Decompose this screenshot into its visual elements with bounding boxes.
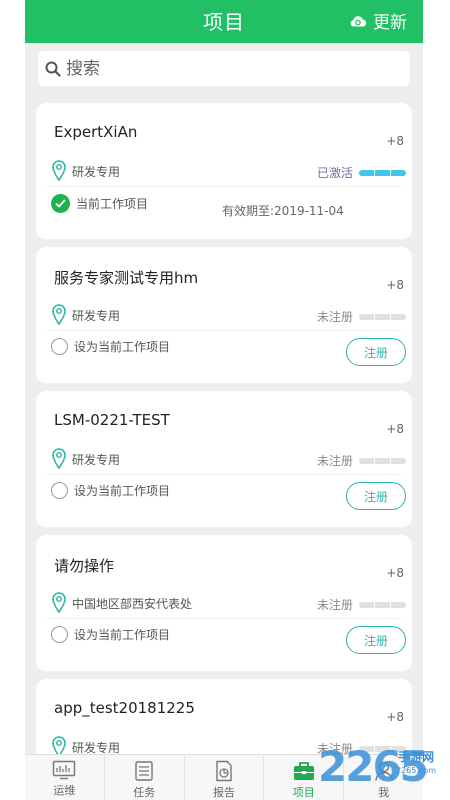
project-name: 服务专家测试专用hm (54, 269, 199, 287)
status-progress (359, 169, 406, 176)
tab-reports[interactable]: 报告 (185, 755, 265, 800)
tab-label: 任务 (133, 786, 156, 799)
work-label: 设为当前工作项目 (74, 628, 171, 642)
location-label: 研发专用 (72, 452, 121, 467)
cloud-sync-icon (349, 14, 367, 28)
app-screen: 项目 更新 ExpertXiAn +8 (25, 0, 423, 800)
refresh-label: 更新 (373, 13, 407, 33)
project-status: 未注册 (317, 452, 406, 469)
register-button[interactable]: 注册 (346, 338, 406, 366)
member-count: +8 (386, 134, 404, 148)
project-location: 研发专用 (52, 448, 120, 470)
watermark-url: 2265.com (396, 766, 436, 775)
project-location: 中国地区部西安代表处 (52, 592, 192, 614)
work-label: 设为当前工作项目 (74, 340, 171, 354)
refresh-button[interactable]: 更新 (349, 8, 407, 33)
location-label: 研发专用 (72, 164, 121, 179)
member-count: +8 (386, 566, 404, 580)
tab-ops[interactable]: 运维 (25, 755, 105, 800)
work-label: 设为当前工作项目 (74, 484, 171, 498)
set-current-project-radio[interactable]: 设为当前工作项目 (51, 626, 170, 643)
location-pin-icon (52, 160, 66, 182)
set-current-project-radio[interactable]: 设为当前工作项目 (51, 338, 170, 355)
status-label: 已激活 (316, 166, 353, 180)
divider (46, 618, 402, 619)
project-card[interactable]: 服务专家测试专用hm +8 研发专用 未注册 设为当前工作项目 注册 (36, 247, 412, 383)
divider (46, 186, 402, 187)
tab-label: 运维 (53, 784, 76, 797)
radio-circle-icon (51, 626, 68, 643)
search-icon (44, 60, 62, 78)
project-card[interactable]: ExpertXiAn +8 研发专用 已激活 当前工作项目 有效期至:2019-… (36, 103, 412, 239)
radio-circle-icon (51, 482, 68, 499)
status-progress (359, 313, 406, 320)
register-button[interactable]: 注册 (346, 626, 406, 654)
divider (46, 474, 402, 475)
search-input[interactable] (66, 58, 386, 79)
status-label: 未注册 (316, 598, 353, 612)
project-status: 未注册 (317, 308, 406, 325)
member-count: +8 (386, 710, 404, 724)
project-name: LSM-0221-TEST (54, 411, 170, 429)
project-location: 研发专用 (52, 304, 120, 326)
location-label: 中国地区部西安代表处 (72, 596, 193, 611)
project-status: 未注册 (317, 596, 406, 613)
set-current-project-radio[interactable]: 设为当前工作项目 (51, 482, 170, 499)
location-label: 研发专用 (72, 308, 121, 323)
report-icon (214, 760, 234, 782)
project-card[interactable]: 请勿操作 +8 中国地区部西安代表处 未注册 设为当前工作项目 注册 (36, 535, 412, 671)
tab-label: 报告 (212, 786, 235, 799)
work-label: 当前工作项目 (76, 197, 149, 211)
project-status: 已激活 (317, 164, 406, 181)
member-count: +8 (386, 278, 404, 292)
location-pin-icon (52, 304, 66, 326)
project-name: ExpertXiAn (54, 123, 138, 141)
project-card[interactable]: LSM-0221-TEST +8 研发专用 未注册 设为当前工作项目 注册 (36, 391, 412, 527)
divider (46, 330, 402, 331)
project-name: 请勿操作 (54, 557, 115, 575)
project-name: app_test20181225 (54, 699, 195, 717)
toolbox-icon (292, 760, 316, 782)
location-pin-icon (52, 448, 66, 470)
project-location: 研发专用 (52, 160, 120, 182)
expiry-date: 有效期至:2019-11-04 (222, 204, 344, 218)
register-button[interactable]: 注册 (346, 482, 406, 510)
location-pin-icon (52, 592, 66, 614)
check-circle-icon (51, 194, 70, 213)
clipboard-icon (134, 760, 154, 782)
header-bar: 项目 更新 (25, 0, 423, 43)
tab-tasks[interactable]: 任务 (105, 755, 185, 800)
status-progress (359, 601, 406, 608)
status-progress (359, 457, 406, 464)
status-label: 未注册 (316, 310, 353, 324)
status-label: 未注册 (316, 454, 353, 468)
search-bar[interactable] (38, 51, 410, 86)
monitor-icon (52, 760, 76, 780)
watermark-site-name: 手游网 (398, 750, 435, 764)
member-count: +8 (386, 422, 404, 436)
tab-label: 项目 (292, 786, 315, 799)
location-label: 研发专用 (72, 740, 121, 755)
radio-circle-icon (51, 338, 68, 355)
current-project-indicator: 当前工作项目 (51, 194, 148, 213)
